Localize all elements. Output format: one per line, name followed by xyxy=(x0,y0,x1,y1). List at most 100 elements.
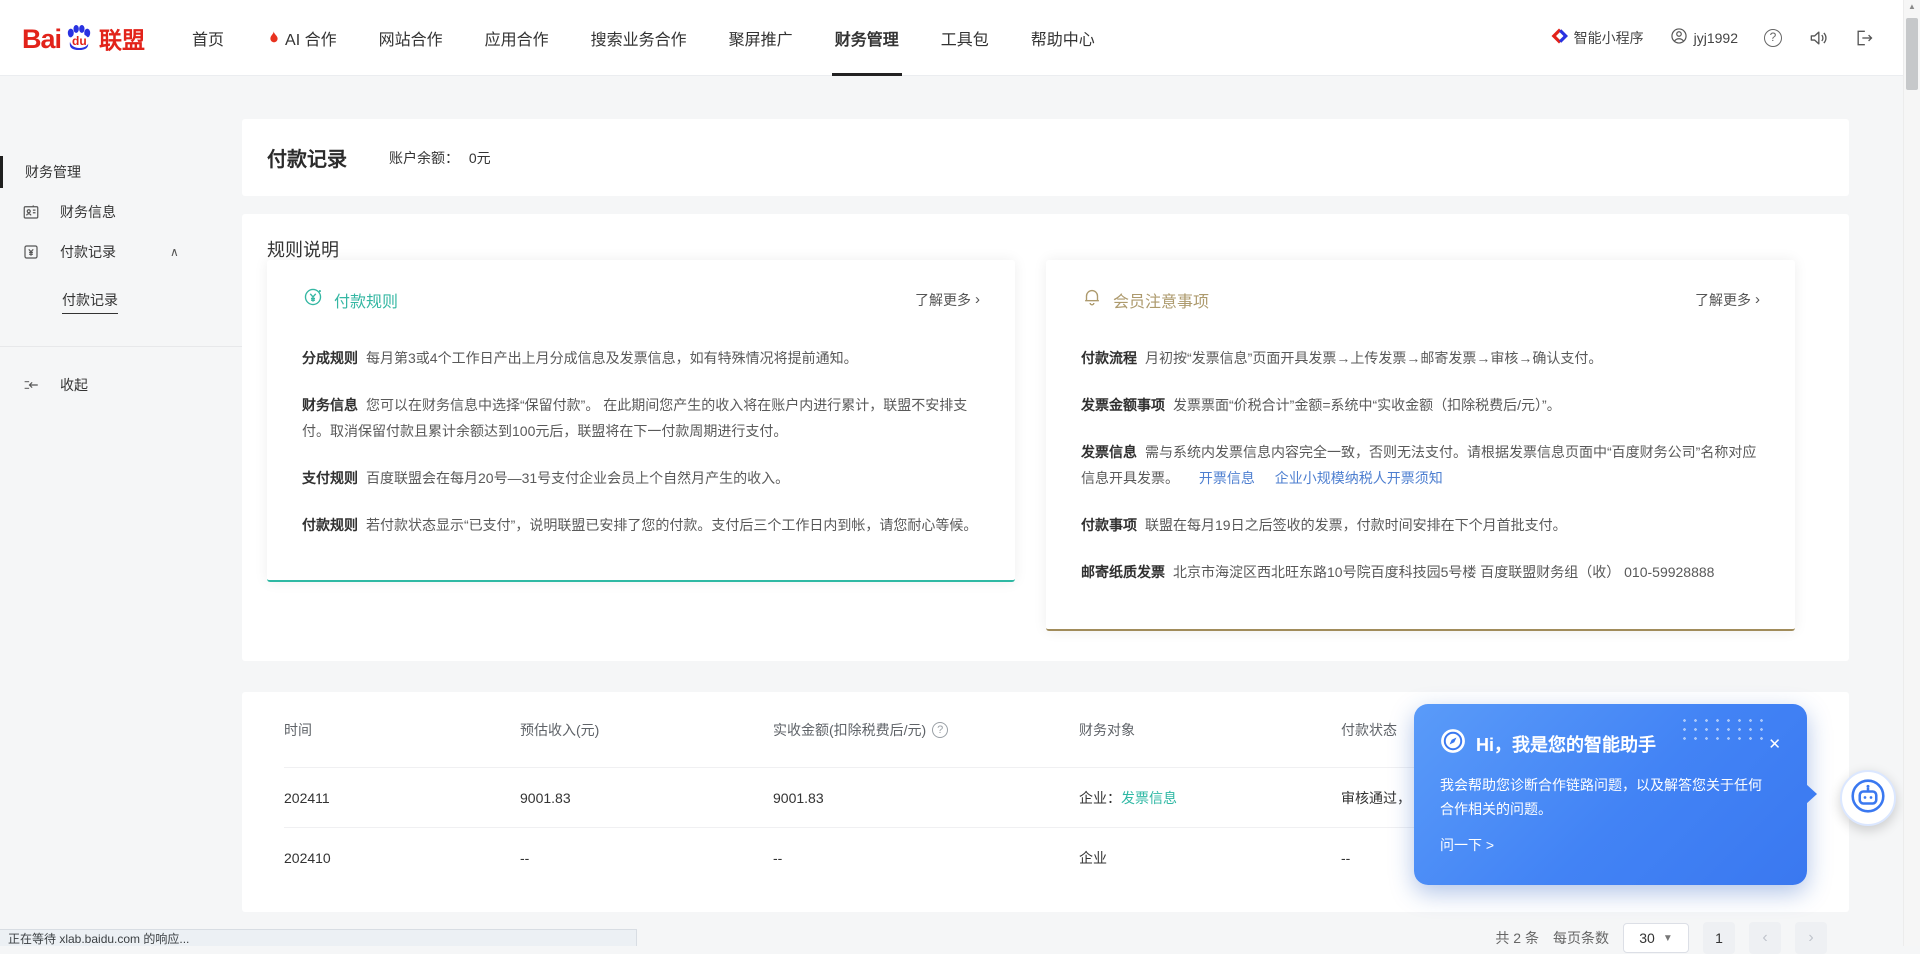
account-balance: 账户余额： 0元 xyxy=(389,148,491,168)
rules-card: 规则说明 付款规则 了解更多 › xyxy=(242,214,1849,661)
top-nav: Bai du 联盟 首页 AI 合作 网站合作 xyxy=(0,0,1920,76)
page-scrollbar[interactable]: ▲ xyxy=(1903,0,1920,946)
sidebar-subitem-payment-record[interactable]: 付款记录 xyxy=(0,282,242,322)
col-finance-target: 财务对象 xyxy=(1079,720,1341,740)
payment-rules-more-link[interactable]: 了解更多 › xyxy=(915,290,980,310)
note-paragraph: 付款流程月初按“发票信息”页面开具发票→上传发票→邮寄发票→审核→确认支付。 xyxy=(1081,345,1760,371)
menu-item-app[interactable]: 应用合作 xyxy=(464,0,570,76)
sidebar-section-finance[interactable]: 财务管理 xyxy=(0,152,242,192)
rule-paragraph: 财务信息您可以在财务信息中选择“保留付款”。 在此期间您产生的收入将在账户内进行… xyxy=(302,392,980,444)
member-notes-title: 会员注意事项 xyxy=(1113,288,1209,312)
baidu-union-logo[interactable]: Bai du 联盟 xyxy=(22,21,145,55)
sidebar-item-payment-record[interactable]: 付款记录 ∧ xyxy=(0,232,242,272)
cell-time: 202411 xyxy=(284,790,520,806)
cell-actual: -- xyxy=(773,850,1079,866)
member-notes-more-link[interactable]: 了解更多 › xyxy=(1695,290,1760,310)
col-time: 时间 xyxy=(284,720,520,740)
help-icon[interactable]: ? xyxy=(1764,29,1782,47)
page: Bai du 联盟 首页 AI 合作 网站合作 xyxy=(0,0,1920,946)
menu-item-toolkit[interactable]: 工具包 xyxy=(920,0,1010,76)
member-notes-paragraphs: 付款流程月初按“发票信息”页面开具发票→上传发票→邮寄发票→审核→确认支付。 发… xyxy=(1081,345,1760,585)
logo-text-bai: Bai xyxy=(22,24,61,55)
assistant-float-button[interactable] xyxy=(1840,770,1896,826)
robot-icon xyxy=(1850,778,1886,819)
total-count: 共 2 条 xyxy=(1495,928,1539,948)
id-card-icon xyxy=(22,203,40,221)
logo-text-du: du xyxy=(70,34,89,48)
payment-rules-title: 付款规则 xyxy=(334,288,398,312)
sidebar-collapse-button[interactable]: 收起 xyxy=(0,365,242,405)
prev-page-button[interactable]: ‹ xyxy=(1749,922,1781,954)
cell-time: 202410 xyxy=(284,850,520,866)
assistant-popup: Hi，我是您的智能助手 ✕ 我会帮助您诊断合作链路问题，以及解答您关于任何合作相… xyxy=(1414,704,1807,885)
status-text: 正在等待 xlab.baidu.com 的响应... xyxy=(8,930,189,947)
assistant-title: Hi，我是您的智能助手 xyxy=(1476,731,1656,757)
balance-value: 0元 xyxy=(469,150,491,166)
coin-icon xyxy=(302,286,324,313)
baidu-paw-icon: du xyxy=(62,21,96,55)
page-title: 付款记录 xyxy=(267,143,347,172)
next-page-button[interactable]: › xyxy=(1795,922,1827,954)
user-icon xyxy=(1670,27,1688,48)
scrollbar-thumb[interactable] xyxy=(1906,18,1918,90)
note-paragraph: 发票信息需与系统内发票信息内容完全一致，否则无法支付。请根据发票信息页面中“百度… xyxy=(1081,439,1760,491)
mini-program-icon xyxy=(1550,27,1568,48)
col-actual-amount: 实收金额(扣除税费后/元) ? xyxy=(773,720,1079,740)
scroll-up-arrow[interactable]: ▲ xyxy=(1904,2,1920,16)
payment-record-header-card: 付款记录 账户余额： 0元 xyxy=(242,119,1849,196)
close-icon[interactable]: ✕ xyxy=(1768,735,1781,753)
menu-item-website[interactable]: 网站合作 xyxy=(358,0,464,76)
logo-text-union: 联盟 xyxy=(99,21,145,55)
bell-icon xyxy=(1081,286,1103,313)
small-taxpayer-notice-link[interactable]: 企业小规模纳税人开票须知 xyxy=(1275,470,1443,486)
ask-now-link[interactable]: 问一下 > xyxy=(1440,835,1494,855)
cell-target: 企业 xyxy=(1079,848,1341,868)
payment-rules-paragraphs: 分成规则每月第3或4个工作日产出上月分成信息及发票信息，如有特殊情况将提前通知。… xyxy=(302,345,980,538)
flame-icon xyxy=(266,29,281,46)
assistant-compass-icon xyxy=(1440,728,1466,759)
rule-paragraph: 分成规则每月第3或4个工作日产出上月分成信息及发票信息，如有特殊情况将提前通知。 xyxy=(302,345,980,371)
menu-item-help-center[interactable]: 帮助中心 xyxy=(1010,0,1116,76)
sidebar-divider xyxy=(0,346,242,347)
invoice-info-table-link[interactable]: 发票信息 xyxy=(1121,790,1177,806)
user-account[interactable]: jyj1992 xyxy=(1670,27,1738,48)
logout-icon[interactable] xyxy=(1854,28,1874,48)
per-page-label: 每页条数 xyxy=(1553,928,1609,948)
rules-title: 规则说明 xyxy=(267,236,1824,262)
cell-estimated: -- xyxy=(520,850,773,866)
chevron-right-icon: › xyxy=(975,291,980,308)
member-notes-header: 会员注意事项 了解更多 › xyxy=(1081,286,1760,313)
invoice-info-link[interactable]: 开票信息 xyxy=(1199,470,1255,486)
chevron-up-icon[interactable]: ∧ xyxy=(170,245,179,259)
sound-icon[interactable] xyxy=(1808,28,1828,48)
sidebar-item-finance-info[interactable]: 财务信息 xyxy=(0,192,242,232)
main-menu: 首页 AI 合作 网站合作 应用合作 搜索业务合作 聚屏推广 财务管理 工具包 … xyxy=(171,0,1116,76)
note-paragraph: 邮寄纸质发票北京市海淀区西北旺东路10号院百度科技园5号楼 百度联盟财务组（收）… xyxy=(1081,559,1760,585)
balance-label: 账户余额： xyxy=(389,150,459,166)
per-page-select[interactable]: 30 ▼ xyxy=(1623,923,1689,953)
menu-item-search-business[interactable]: 搜索业务合作 xyxy=(570,0,708,76)
note-paragraph: 发票金额事项发票票面“价税合计”金额=系统中“实收金额（扣除税费后/元）”。 xyxy=(1081,392,1760,418)
col-estimated-income: 预估收入(元) xyxy=(520,720,773,740)
payment-badge-icon xyxy=(22,243,40,261)
menu-item-home[interactable]: 首页 xyxy=(171,0,245,76)
dots-decoration xyxy=(1679,716,1763,742)
mini-program-entry[interactable]: 智能小程序 xyxy=(1550,27,1644,48)
sidebar: 财务管理 财务信息 付款记录 ∧ 付款记录 xyxy=(0,76,242,946)
browser-status-bar: 正在等待 xlab.baidu.com 的响应... xyxy=(0,929,637,946)
menu-item-ai[interactable]: AI 合作 xyxy=(245,0,358,76)
cell-estimated: 9001.83 xyxy=(520,790,773,806)
select-caret-icon: ▼ xyxy=(1663,933,1673,944)
menu-item-finance[interactable]: 财务管理 xyxy=(814,0,920,76)
question-circle-icon[interactable]: ? xyxy=(932,722,948,738)
note-paragraph: 付款事项联盟在每月19日之后签收的发票，付款时间安排在下个月首批支付。 xyxy=(1081,512,1760,538)
menu-item-screen-promo[interactable]: 聚屏推广 xyxy=(708,0,814,76)
member-notes-card: 会员注意事项 了解更多 › 付款流程月初按“发票信息”页面开具发票→上传发票→邮… xyxy=(1046,260,1795,631)
assistant-message: 我会帮助您诊断合作链路问题，以及解答您关于任何合作相关的问题。 xyxy=(1440,773,1770,821)
nav-right-tools: 智能小程序 jyj1992 ? xyxy=(1550,27,1874,48)
chevron-right-icon: › xyxy=(1755,291,1760,308)
cell-actual: 9001.83 xyxy=(773,790,1079,806)
page-number-button[interactable]: 1 xyxy=(1703,922,1735,954)
rule-paragraph: 支付规则百度联盟会在每月20号—31号支付企业会员上个自然月产生的收入。 xyxy=(302,465,980,491)
active-indicator-bar xyxy=(0,156,3,188)
